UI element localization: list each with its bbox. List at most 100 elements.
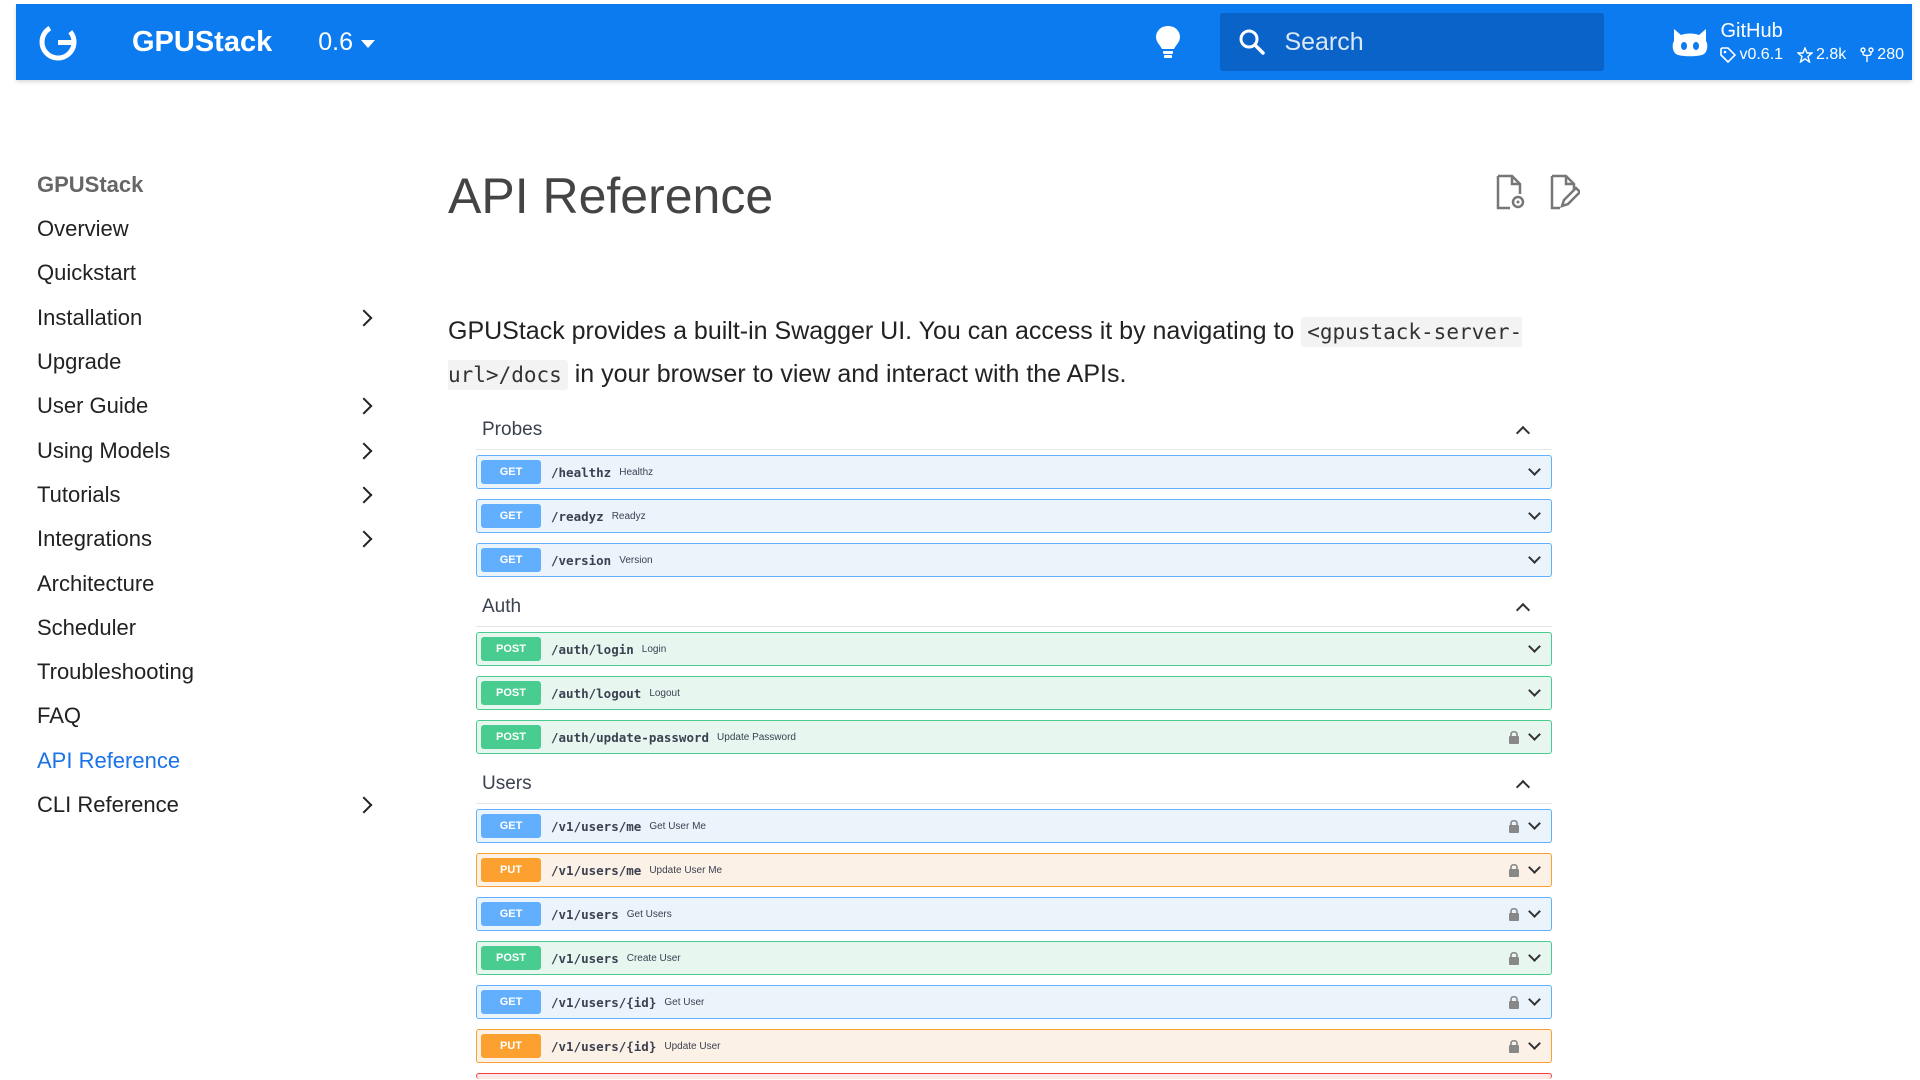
tag-auth[interactable]: Auth [476,587,1552,627]
search-placeholder: Search [1284,27,1364,56]
chevron-right-icon [355,796,373,814]
sidebar-item-cli-reference[interactable]: CLI Reference [37,783,382,827]
view-source-icon[interactable] [1492,172,1528,212]
lock-icon[interactable] [1508,951,1520,965]
operation-summary: Healthz [619,466,654,478]
operation-summary: Get User [664,996,705,1008]
search-box[interactable]: Search [1220,13,1605,71]
method-badge: GET [481,504,541,528]
tag-users[interactable]: Users [476,764,1552,804]
chevron-down-icon [1528,551,1541,564]
top-header: GPUStack 0.6 Search GitHub v0.6.1 2.8k 2… [16,4,1912,80]
chevron-right-icon [355,397,373,415]
sidebar-item-upgrade[interactable]: Upgrade [37,340,382,384]
gpustack-logo-icon[interactable] [36,20,80,64]
repo-stars: 2.8k [1797,46,1846,64]
lock-icon[interactable] [1508,730,1520,744]
operation-summary: Create User [626,952,681,964]
chevron-down-icon [1528,640,1541,653]
operation-row[interactable]: GET /v1/users/me Get User Me [476,809,1552,843]
chevron-up-icon [1515,425,1531,440]
operation-summary: Get Users [626,908,672,920]
operation-row-partial[interactable] [476,1073,1552,1079]
chevron-up-icon [1515,602,1531,617]
operation-row[interactable]: GET /healthz Healthz [476,455,1552,489]
sidebar-item-installation[interactable]: Installation [37,296,382,340]
operation-row[interactable]: GET /v1/users Get Users [476,897,1552,931]
github-icon [1673,29,1708,57]
sidebar-item-using-models[interactable]: Using Models [37,428,382,472]
method-badge: GET [481,814,541,838]
sidebar-item-quickstart[interactable]: Quickstart [37,251,382,295]
operation-row[interactable]: POST /v1/users Create User [476,941,1552,975]
lock-icon[interactable] [1508,863,1520,877]
method-badge: POST [481,725,541,749]
operation-summary: Update User Me [649,864,723,876]
method-badge: GET [481,548,541,572]
method-badge: PUT [481,1034,541,1058]
tag-probes[interactable]: Probes [476,410,1552,450]
chevron-down-icon [1528,728,1541,741]
operation-summary: Get User Me [649,820,706,832]
lock-icon[interactable] [1508,1039,1520,1053]
chevron-right-icon [355,486,373,504]
operation-path: /v1/users/{id} [551,994,657,1010]
lightbulb-icon[interactable] [1150,22,1186,62]
operation-row[interactable]: GET /v1/users/{id} Get User [476,985,1552,1019]
page-title: API Reference [448,168,774,224]
repo-name: GitHub [1720,20,1783,42]
operation-row[interactable]: POST /auth/logout Logout [476,676,1552,710]
operation-path: /v1/users [551,906,619,922]
method-badge: POST [481,681,541,705]
sidebar-item-api-reference[interactable]: API Reference [37,739,382,783]
sidebar-item-troubleshooting[interactable]: Troubleshooting [37,650,382,694]
operation-summary: Version [619,554,653,566]
site-name[interactable]: GPUStack [132,26,272,59]
operation-row[interactable]: POST /auth/login Login [476,632,1552,666]
tag-icon [1720,47,1737,63]
operation-row[interactable]: PUT /v1/users/{id} Update User [476,1029,1552,1063]
chevron-right-icon [355,442,373,460]
operation-row[interactable]: GET /readyz Readyz [476,499,1552,533]
sidebar-nav: GPUStack Overview Quickstart Installatio… [37,163,382,827]
operation-summary: Readyz [611,510,646,522]
sidebar-item-tutorials[interactable]: Tutorials [37,473,382,517]
caret-down-icon [361,39,375,48]
version-label: 0.6 [318,27,353,56]
method-badge: PUT [481,858,541,882]
operation-path: /readyz [551,508,604,524]
chevron-down-icon [1528,1037,1541,1050]
operation-summary: Update Password [717,731,796,743]
sidebar-item-architecture[interactable]: Architecture [37,561,382,605]
lock-icon[interactable] [1508,907,1520,921]
chevron-down-icon [1528,905,1541,918]
method-badge: POST [481,946,541,970]
sidebar-item-integrations[interactable]: Integrations [37,517,382,561]
chevron-down-icon [1528,463,1541,476]
operation-path: /v1/users [551,950,619,966]
edit-page-icon[interactable] [1546,172,1582,212]
operation-row[interactable]: PUT /v1/users/me Update User Me [476,853,1552,887]
sidebar-item-scheduler[interactable]: Scheduler [37,606,382,650]
sidebar-item-user-guide[interactable]: User Guide [37,384,382,428]
sidebar-item-faq[interactable]: FAQ [37,694,382,738]
version-dropdown[interactable]: 0.6 [318,28,375,57]
method-badge: GET [481,460,541,484]
sidebar-item-overview[interactable]: Overview [37,207,382,251]
github-repo-link[interactable]: GitHub v0.6.1 2.8k 280 [1670,20,1904,64]
chevron-right-icon [355,309,373,327]
method-badge: GET [481,902,541,926]
repo-forks: 280 [1860,46,1904,64]
operation-row[interactable]: GET /version Version [476,543,1552,577]
search-icon [1239,29,1266,55]
star-icon [1797,47,1814,63]
operation-path: /v1/users/me [551,818,642,834]
repo-tag: v0.6.1 [1720,46,1783,64]
lock-icon[interactable] [1508,995,1520,1009]
operation-row[interactable]: POST /auth/update-password Update Passwo… [476,720,1552,754]
chevron-down-icon [1528,861,1541,874]
operation-path: /healthz [551,464,612,480]
lock-icon[interactable] [1508,819,1520,833]
operation-path: /auth/logout [551,685,642,701]
chevron-down-icon [1528,993,1541,1006]
